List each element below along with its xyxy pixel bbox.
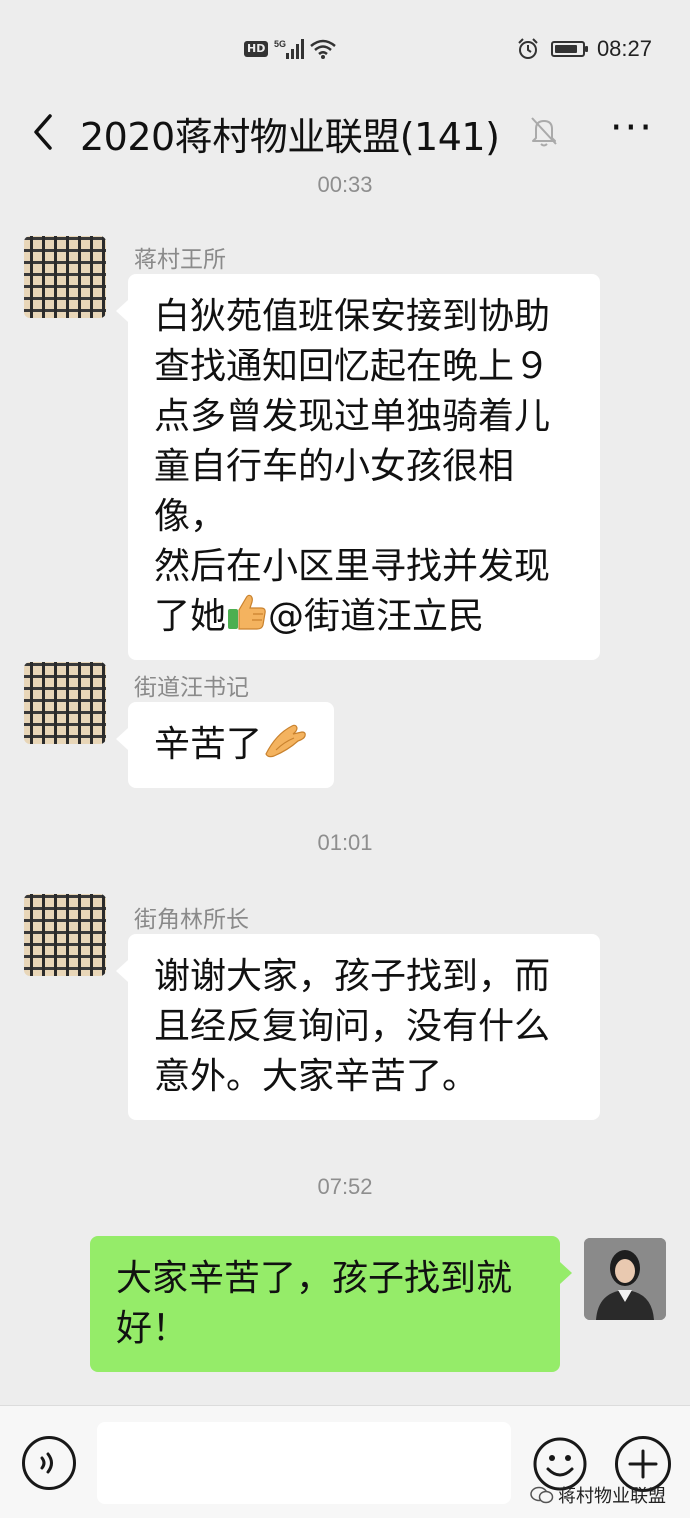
my-message-bubble[interactable]: 大家辛苦了，孩子找到就 好！ — [90, 1236, 572, 1372]
watermark: 蒋村物业联盟 — [530, 1482, 666, 1508]
sender-name: 街道汪书记 — [134, 675, 249, 701]
message-line: 了她 @街道汪立民 — [154, 592, 574, 642]
message-text: 了她 — [154, 596, 227, 637]
message-line: 谢谢大家，孩子找到，而 — [154, 956, 551, 997]
watermark-text: 蒋村物业联盟 — [558, 1486, 666, 1507]
message-line: 意外。大家辛苦了。 — [154, 1056, 479, 1097]
back-icon[interactable] — [28, 110, 58, 154]
message-bubble[interactable]: 白狄苑值班保安接到协助 查找通知回忆起在晚上９ 点多曾发现过单独骑着儿 童自行车… — [116, 274, 600, 660]
message-line: 且经反复询问，没有什么 — [154, 1006, 551, 1047]
message-line: 大家辛苦了，孩子找到就 — [116, 1258, 513, 1299]
thumbs-up-icon — [228, 594, 266, 630]
timestamp: 01:01 — [317, 830, 373, 855]
network-label: 5G — [274, 39, 286, 49]
more-icon[interactable]: ··· — [610, 108, 654, 148]
avatar[interactable] — [24, 236, 106, 318]
avatar[interactable] — [24, 662, 106, 744]
message-line: 然后在小区里寻找并发现 — [154, 546, 551, 587]
message-bubble[interactable]: 辛苦了 — [115, 702, 335, 788]
message-bubble[interactable]: 谢谢大家，孩子找到，而 且经反复询问，没有什么 意外。大家辛苦了。 — [116, 934, 600, 1120]
message-line: 点多曾发现过单独骑着儿 — [154, 396, 551, 437]
alarm-icon — [518, 38, 538, 59]
signal-icon: 5G — [274, 39, 305, 59]
message-text: 辛苦了 — [154, 724, 263, 765]
person-photo-icon — [584, 1238, 666, 1320]
sender-name: 街角林所长 — [134, 907, 249, 933]
clapping-hands-icon — [265, 724, 306, 758]
wifi-icon — [310, 39, 337, 59]
mute-bell-icon — [531, 117, 557, 147]
status-bar: HD 5G 08:27 — [0, 0, 690, 100]
message-list: 00:33 蒋村王所 白狄苑值班保安接到协助 查找通知回忆起在晚上９ 点多曾发现… — [0, 170, 690, 1405]
status-right: 08:27 — [517, 36, 652, 62]
clock-time: 08:27 — [596, 36, 652, 61]
voice-icon — [40, 1452, 53, 1474]
message-input[interactable] — [97, 1422, 511, 1504]
sender-name: 蒋村王所 — [134, 247, 226, 273]
battery-icon — [550, 41, 588, 57]
message-line: 查找通知回忆起在晚上９ — [154, 346, 551, 387]
my-avatar[interactable] — [584, 1238, 666, 1320]
network-indicators: HD 5G — [244, 38, 337, 60]
message-line: 童自行车的小女孩很相像， — [154, 446, 515, 537]
mention-text: @街道汪立民 — [268, 596, 485, 637]
input-bar: 蒋村物业联盟 — [0, 1405, 690, 1518]
wechat-logo-icon — [530, 1486, 554, 1504]
chat-title: 2020蒋村物业联盟(141) — [80, 115, 500, 159]
message-line: 好！ — [116, 1308, 189, 1349]
timestamp: 07:52 — [317, 1174, 373, 1199]
battery-level — [554, 45, 578, 53]
chat-header: 2020蒋村物业联盟(141) ··· — [0, 88, 690, 180]
timestamp: 00:33 — [317, 172, 373, 197]
voice-button[interactable] — [22, 1436, 76, 1490]
hd-badge: HD — [244, 41, 269, 57]
message-line: 白狄苑值班保安接到协助 — [154, 296, 551, 337]
avatar[interactable] — [24, 894, 106, 976]
